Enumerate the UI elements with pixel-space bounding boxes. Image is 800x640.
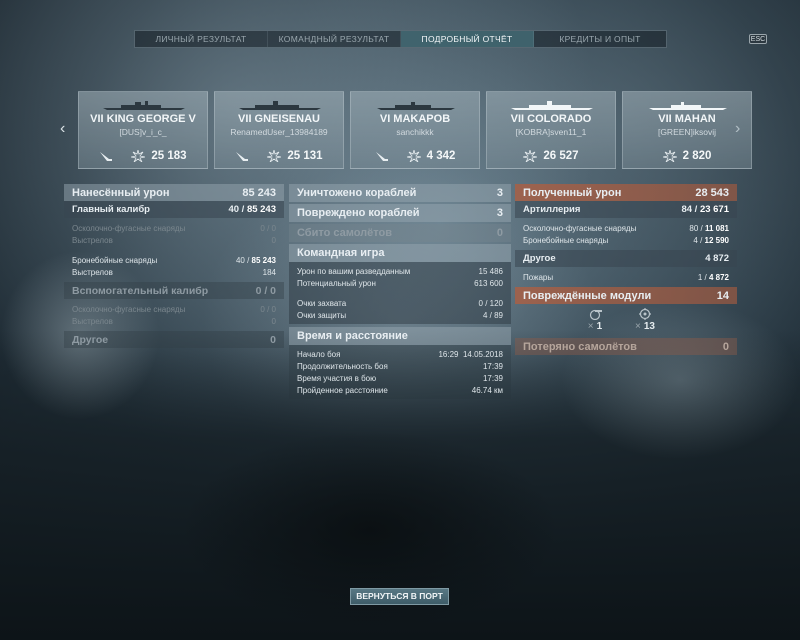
cruiser-silhouette-icon: [377, 102, 455, 110]
main-battery-damage: 85 243: [246, 204, 276, 215]
tab-personal-result[interactable]: ЛИЧНЫЙ РЕЗУЛЬТАТ: [135, 31, 268, 47]
gun-icon: [375, 152, 388, 161]
explosion-icon: [406, 150, 421, 162]
teamplay-header: Командная игра: [289, 244, 511, 262]
destroyer-silhouette-icon: [649, 102, 727, 110]
dealt-damage-header: Нанесённый урон 85 243: [64, 184, 284, 201]
damage-value: 25 183: [151, 150, 187, 162]
secondary-he-row: Осколочно-фугасные снаряды 0 / 0: [72, 304, 276, 314]
other-damage-row: Другое 0: [64, 331, 284, 348]
planes-lost-row: Потеряно самолётов 0: [515, 338, 737, 355]
fires-row: Пожары 1 / 4 872: [523, 272, 729, 282]
esc-close-button[interactable]: ESC: [749, 34, 767, 44]
damage-value: 26 527: [543, 150, 579, 162]
damage-value: 25 131: [287, 150, 323, 162]
ap-shells-row: Бронебойные снаряды 40 / 85 243: [72, 255, 276, 265]
player-name: [GREEN]iksovij: [657, 127, 717, 137]
dealt-damage-label: Нанесённый урон: [72, 186, 170, 199]
ships-damaged-row: Повреждено кораблей 3: [289, 204, 511, 222]
battle-start-row: Начало боя 16:29 14.05.2018: [297, 349, 503, 359]
battle-summary-panel: Уничтожено кораблей 3 Повреждено корабле…: [289, 184, 511, 399]
participation-time-row: Время участия в бою 17:39: [297, 373, 503, 383]
ship-card[interactable]: VII GNEISENAU RenamedUser_13984189 25 13…: [214, 91, 344, 169]
battleship-silhouette-icon: [103, 101, 185, 110]
time-distance-header: Время и расстояние: [289, 327, 511, 345]
planes-shot-down-row: Сбито самолётов 0: [289, 224, 511, 242]
carousel-prev-arrow[interactable]: ‹: [60, 120, 65, 138]
turret-icon: [589, 309, 602, 320]
damaged-modules-icons: × 1 × 13: [515, 304, 737, 338]
engine-icon: [638, 308, 651, 320]
ship-card[interactable]: VII KING GEORGE V [DUS]v_i_c_ 25 183: [78, 91, 208, 169]
teamplay-block: Урон по вашим разведданным 15 486 Потенц…: [289, 262, 511, 324]
tab-team-result[interactable]: КОМАНДНЫЙ РЕЗУЛЬТАТ: [268, 31, 401, 47]
dealt-damage-value: 85 243: [242, 186, 276, 199]
he-shells-row: Осколочно-фугасные снаряды 0 / 0: [72, 223, 276, 233]
he-shots-row: Выстрелов 0: [72, 235, 276, 245]
damage-value: 2 820: [682, 150, 712, 162]
ship-card[interactable]: VI MAKAPOB sanchikkk 4 342: [350, 91, 480, 169]
damaged-modules-header: Повреждённые модули 14: [515, 287, 737, 304]
ship-name: VII KING GEORGE V: [90, 113, 196, 125]
ship-card[interactable]: VII MAHAN [GREEN]iksovij 2 820: [622, 91, 752, 169]
ap-shots-row: Выстрелов 184: [72, 267, 276, 277]
damage-value: 4 342: [426, 150, 456, 162]
player-name: [KOBRA]sven11_1: [515, 127, 587, 137]
dealt-damage-panel: Нанесённый урон 85 243 Главный калибр 40…: [64, 184, 284, 348]
ship-carousel: VII KING GEORGE V [DUS]v_i_c_ 25 183 VII…: [78, 91, 800, 171]
received-he-row: Осколочно-фугасные снаряды 80 / 11 081: [523, 223, 729, 233]
potential-damage-row: Потенциальный урон 613 600: [297, 278, 503, 288]
battle-duration-row: Продолжительность боя 17:39: [297, 361, 503, 371]
module-counter: × 13: [635, 308, 655, 332]
gun-icon: [100, 152, 113, 161]
main-battery-hits: 40 /: [228, 204, 245, 215]
ships-destroyed-row: Уничтожено кораблей 3: [289, 184, 511, 202]
explosion-icon: [662, 150, 677, 162]
player-name: [DUS]v_i_c_: [119, 127, 167, 137]
gun-icon: [236, 152, 249, 161]
result-tabs: ЛИЧНЫЙ РЕЗУЛЬТАТ КОМАНДНЫЙ РЕЗУЛЬТАТ ПОД…: [134, 30, 667, 48]
secondary-battery-row: Вспомогательный калибр 0 / 0: [64, 282, 284, 299]
received-damage-header: Полученный урон 28 543: [515, 184, 737, 201]
received-damage-panel: Полученный урон 28 543 Артиллерия 84 / 2…: [515, 184, 737, 355]
battleship-silhouette-icon: [511, 101, 593, 110]
ship-name: VII MAHAN: [658, 113, 716, 125]
ship-card[interactable]: VII COLORADO [KOBRA]sven11_1 26 527: [486, 91, 616, 169]
player-name: sanchikkk: [396, 127, 434, 137]
return-to-port-button[interactable]: ВЕРНУТЬСЯ В ПОРТ: [350, 588, 449, 605]
capture-points-row: Очки захвата 0 / 120: [297, 298, 503, 308]
explosion-icon: [267, 150, 282, 162]
received-other-row: Другое 4 872: [515, 250, 737, 267]
ship-name: VII GNEISENAU: [238, 113, 320, 125]
defense-points-row: Очки защиты 4 / 89: [297, 310, 503, 320]
artillery-row: Артиллерия 84 / 23 671: [515, 201, 737, 218]
tab-detailed-report[interactable]: ПОДРОБНЫЙ ОТЧЁТ: [401, 31, 534, 47]
main-battery-label: Главный калибр: [72, 204, 150, 215]
tab-credits-experience[interactable]: КРЕДИТЫ И ОПЫТ: [534, 31, 666, 47]
ship-name: VII COLORADO: [510, 113, 592, 125]
ship-name: VI MAKAPOB: [379, 113, 451, 125]
player-name: RenamedUser_13984189: [230, 127, 328, 137]
main-battery-row: Главный калибр 40 / 85 243: [64, 201, 284, 218]
explosion-icon: [523, 150, 538, 162]
module-counter: × 1: [587, 308, 603, 332]
distance-row: Пройденное расстояние 46.74 км: [297, 385, 503, 395]
explosion-icon: [131, 150, 146, 162]
time-distance-block: Начало боя 16:29 14.05.2018 Продолжитель…: [289, 345, 511, 399]
battleship-silhouette-icon: [239, 101, 321, 110]
secondary-shots-row: Выстрелов 0: [72, 316, 276, 326]
spotting-damage-row: Урон по вашим разведданным 15 486: [297, 266, 503, 276]
received-ap-row: Бронебойные снаряды 4 / 12 590: [523, 235, 729, 245]
